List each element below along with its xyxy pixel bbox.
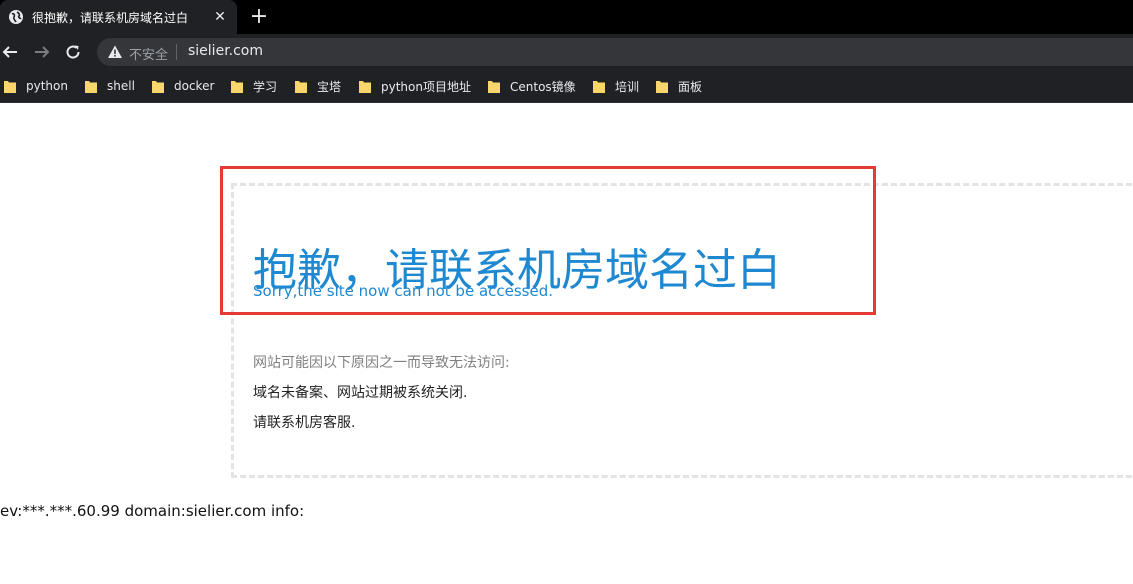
folder-icon xyxy=(295,81,307,93)
warning-icon[interactable] xyxy=(107,44,123,60)
globe-icon xyxy=(9,10,23,24)
folder-icon xyxy=(488,81,500,93)
bookmark-label: docker xyxy=(174,79,215,93)
bookmark-label: 面板 xyxy=(678,79,703,94)
bookmark-label: 学习 xyxy=(253,79,278,94)
server-info-text: ev:***.***.60.99 domain:sielier.com info… xyxy=(0,502,305,520)
tab-title: 很抱歉，请联系机房域名过白 xyxy=(32,11,189,25)
bookmark-python-projects[interactable]: python项目地址 xyxy=(359,77,471,95)
back-button[interactable] xyxy=(0,42,20,62)
tab-strip: 很抱歉，请联系机房域名过白 ✕ + xyxy=(0,0,1133,34)
bookmark-label: python xyxy=(26,79,68,93)
forward-arrow-icon xyxy=(35,46,50,58)
reload-button[interactable] xyxy=(63,42,83,62)
bookmark-panel[interactable]: 面板 xyxy=(656,77,702,95)
bookmark-label: 培训 xyxy=(615,79,640,94)
back-arrow-icon xyxy=(2,46,17,58)
bookmark-label: 宝塔 xyxy=(317,79,342,94)
forward-button[interactable] xyxy=(32,42,52,62)
reason-item: 请联系机房客服. xyxy=(253,415,356,431)
bookmark-shell[interactable]: shell xyxy=(85,77,135,95)
bookmarks-bar: python shell docker 学习 宝塔 python项目地址 Cen… xyxy=(0,70,1133,103)
folder-icon xyxy=(4,81,16,93)
bookmark-training[interactable]: 培训 xyxy=(593,77,639,95)
bookmark-label: shell xyxy=(107,79,135,93)
folder-icon xyxy=(359,81,371,93)
folder-icon xyxy=(593,81,605,93)
bookmark-docker[interactable]: docker xyxy=(152,77,214,95)
bookmark-python[interactable]: python xyxy=(4,77,68,95)
url-text[interactable]: sielier.com xyxy=(188,43,263,59)
reload-icon xyxy=(66,45,80,59)
error-subline: Sorry,the site now can not be accessed. xyxy=(253,282,554,300)
bookmark-baota[interactable]: 宝塔 xyxy=(295,77,341,95)
reason-item: 域名未备案、网站过期被系统关闭. xyxy=(253,385,468,401)
tab-close-icon[interactable]: ✕ xyxy=(212,9,228,25)
folder-icon xyxy=(85,81,97,93)
bookmark-label: python项目地址 xyxy=(381,79,471,94)
bookmark-label: Centos镜像 xyxy=(510,79,576,94)
new-tab-button[interactable]: + xyxy=(248,6,270,28)
folder-icon xyxy=(152,81,164,93)
folder-icon xyxy=(231,81,243,93)
address-divider xyxy=(176,44,177,60)
folder-icon xyxy=(656,81,668,93)
security-label[interactable]: 不安全 xyxy=(129,44,168,63)
address-bar[interactable]: 不安全 sielier.com xyxy=(97,38,1133,66)
reason-title: 网站可能因以下原因之一而导致无法访问: xyxy=(253,355,510,371)
tab-active[interactable]: 很抱歉，请联系机房域名过白 ✕ xyxy=(0,0,237,34)
bookmark-centos-mirror[interactable]: Centos镜像 xyxy=(488,77,576,95)
bookmark-study[interactable]: 学习 xyxy=(231,77,277,95)
